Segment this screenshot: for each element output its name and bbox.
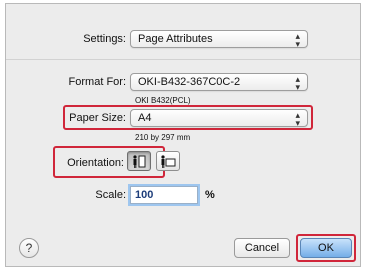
settings-label: Settings: (83, 33, 126, 45)
paper-dimensions-text: 210 by 297 mm (135, 133, 191, 142)
portrait-icon (133, 155, 146, 168)
popup-arrows-icon: ▴ ▾ (295, 74, 300, 92)
portrait-button[interactable] (127, 151, 151, 171)
scale-unit: % (205, 189, 215, 201)
printer-model-text: OKI B432(PCL) (135, 96, 191, 105)
separator (6, 59, 360, 60)
popup-arrows-icon: ▴ ▾ (295, 110, 300, 128)
orientation-label: Orientation: (67, 157, 124, 169)
scale-input[interactable]: 100 (130, 186, 198, 204)
popup-arrows-icon: ▴ ▾ (295, 31, 300, 49)
cancel-button[interactable]: Cancel (234, 238, 290, 258)
format-for-label: Format For: (68, 76, 126, 88)
format-for-value: OKI-B432-367C0C-2 (138, 76, 241, 88)
format-for-popup[interactable]: OKI-B432-367C0C-2 ▴ ▾ (130, 73, 308, 92)
paper-size-value: A4 (138, 112, 152, 124)
settings-value: Page Attributes (138, 33, 213, 45)
paper-size-label: Paper Size: (69, 112, 126, 124)
help-button[interactable]: ? (19, 238, 39, 258)
landscape-icon (161, 155, 176, 168)
landscape-button[interactable] (156, 151, 180, 171)
page-setup-dialog: Settings: Page Attributes ▴ ▾ Format For:… (5, 3, 361, 267)
ok-button[interactable]: OK (300, 238, 352, 258)
scale-label: Scale: (95, 189, 126, 201)
paper-size-popup[interactable]: A4 ▴ ▾ (130, 109, 308, 128)
settings-popup[interactable]: Page Attributes ▴ ▾ (130, 30, 308, 49)
